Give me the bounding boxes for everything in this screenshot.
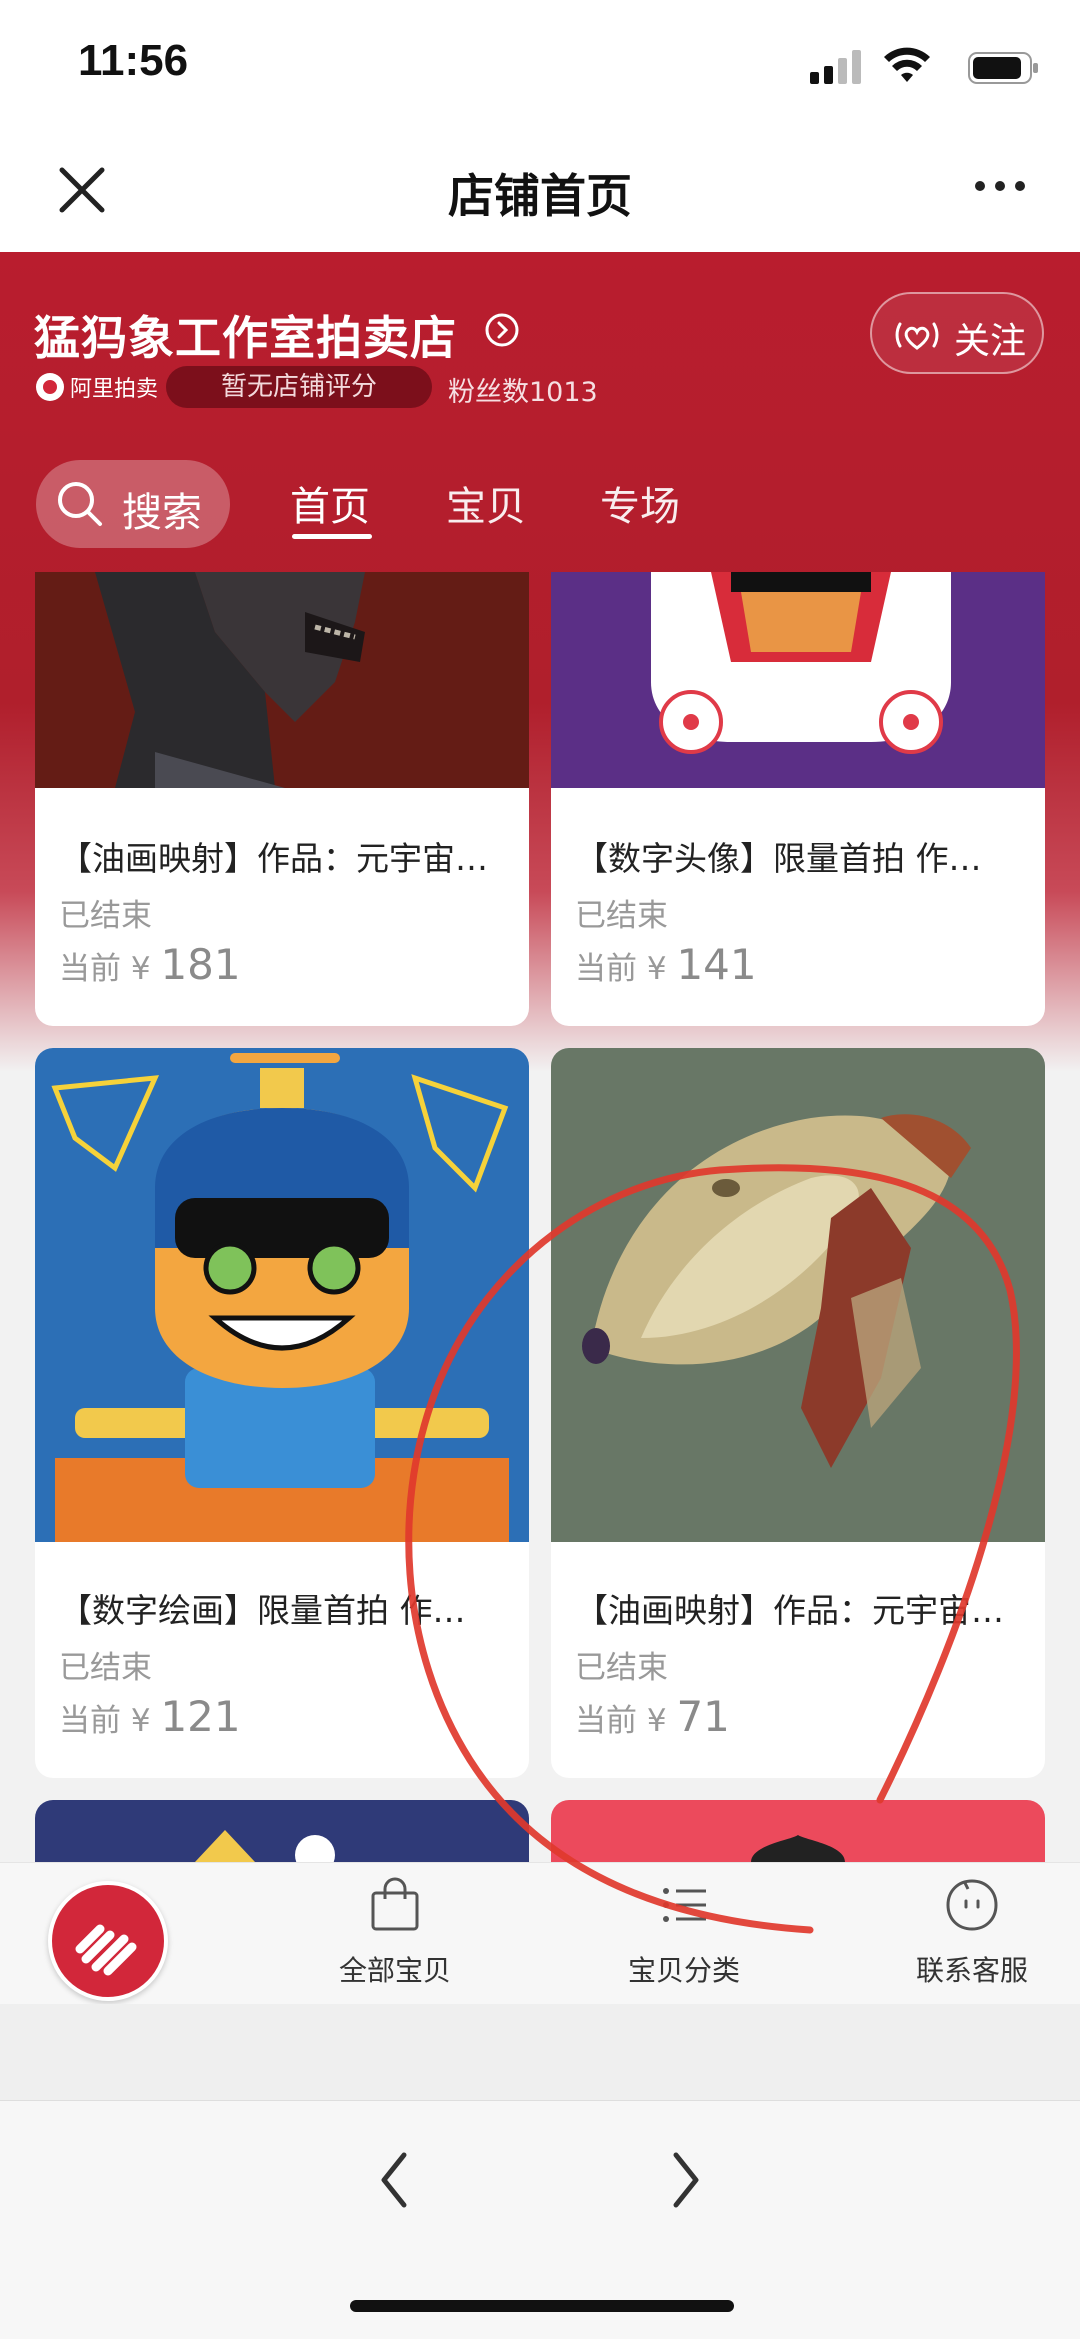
product-title: 【数字头像】限量首拍 作…	[575, 839, 982, 878]
platform-badge: 阿里拍卖	[36, 370, 158, 404]
shopping-bag-icon	[371, 1877, 419, 1931]
product-price: 当前 ¥ 141	[575, 940, 757, 989]
bottom-tab-bar: 全部宝贝 宝贝分类 联系客服	[0, 1862, 1080, 2004]
blank-area	[0, 2004, 1080, 2100]
search-button[interactable]: 搜索	[36, 460, 230, 548]
forward-arrow-icon[interactable]	[660, 2145, 710, 2215]
price-prefix: 当前 ¥	[575, 951, 667, 987]
search-icon	[58, 482, 102, 526]
product-image	[35, 572, 529, 788]
product-status: 已结束	[59, 898, 152, 934]
price-value: 181	[160, 940, 241, 989]
product-image	[35, 1048, 529, 1542]
tab-all-items-label: 全部宝贝	[338, 1954, 451, 1987]
product-price: 当前 ¥ 71	[575, 1692, 730, 1741]
product-title: 【数字绘画】限量首拍 作…	[59, 1591, 466, 1630]
shop-name[interactable]: 猛犸象工作室拍卖店	[34, 302, 457, 368]
product-status: 已结束	[59, 1650, 152, 1686]
signal-icon	[810, 50, 862, 84]
brand-logo-button[interactable]	[48, 1881, 168, 2001]
tab-special[interactable]: 专场	[600, 474, 680, 532]
home-indicator	[350, 2300, 734, 2312]
product-title: 【油画映射】作品：元宇宙…	[59, 839, 488, 878]
price-prefix: 当前 ¥	[59, 1703, 151, 1739]
heart-signal-icon	[895, 322, 939, 350]
product-card[interactable]: 【数字绘画】限量首拍 作… 已结束 当前 ¥ 121	[35, 1048, 529, 1778]
auction-logo-icon	[36, 373, 64, 401]
tab-customer-service[interactable]: 联系客服	[882, 1875, 1062, 1989]
product-status: 已结束	[575, 1650, 668, 1686]
tab-home[interactable]: 首页	[290, 474, 370, 532]
price-value: 71	[676, 1692, 730, 1741]
price-value: 141	[676, 940, 757, 989]
tab-categories[interactable]: 宝贝分类	[594, 1875, 774, 1989]
product-image	[195, 1830, 335, 1862]
chevron-right-icon[interactable]	[484, 312, 520, 348]
product-card[interactable]: 【油画映射】作品：元宇宙… 已结束 当前 ¥ 181	[35, 572, 529, 1026]
follow-button[interactable]: 关注	[870, 292, 1044, 374]
battery-icon	[968, 52, 1038, 84]
product-title: 【油画映射】作品：元宇宙…	[575, 1591, 1004, 1630]
product-card[interactable]: 【数字头像】限量首拍 作… 已结束 当前 ¥ 141	[551, 572, 1045, 1026]
product-status: 已结束	[575, 898, 668, 934]
product-price: 当前 ¥ 121	[59, 1692, 241, 1741]
price-value: 121	[160, 1692, 241, 1741]
product-image	[551, 1048, 1045, 1542]
price-prefix: 当前 ¥	[59, 951, 151, 987]
status-time: 11:56	[78, 36, 189, 85]
more-icon[interactable]	[970, 166, 1030, 206]
fans-count: 粉丝数1013	[448, 377, 598, 408]
page-title: 店铺首页	[448, 169, 632, 223]
wifi-icon	[884, 47, 930, 82]
back-arrow-icon[interactable]	[370, 2145, 420, 2215]
search-label: 搜索	[122, 490, 202, 536]
list-icon	[663, 1888, 706, 1922]
shop-rating-badge: 暂无店铺评分	[166, 366, 432, 408]
product-card[interactable]	[35, 1800, 529, 1862]
tab-categories-label: 宝贝分类	[627, 1954, 740, 1987]
nav-bar: 店铺首页	[0, 130, 1080, 252]
product-card[interactable]	[551, 1800, 1045, 1862]
product-image	[551, 572, 1045, 788]
product-price: 当前 ¥ 181	[59, 940, 241, 989]
tab-items[interactable]: 宝贝	[446, 474, 526, 532]
follow-label: 关注	[954, 321, 1027, 362]
price-prefix: 当前 ¥	[575, 1703, 667, 1739]
status-bar: 11:56	[0, 0, 1080, 130]
status-icons	[780, 46, 1040, 86]
tab-customer-service-label: 联系客服	[915, 1954, 1028, 1987]
chat-bot-icon	[946, 1879, 998, 1931]
tab-active-indicator	[292, 534, 372, 539]
product-image	[751, 1835, 845, 1862]
product-card[interactable]: 【油画映射】作品：元宇宙… 已结束 当前 ¥ 71	[551, 1048, 1045, 1778]
tab-all-items[interactable]: 全部宝贝	[305, 1875, 485, 1989]
platform-badge-label: 阿里拍卖	[70, 377, 159, 402]
auction-hammer-icon	[75, 1924, 137, 1976]
